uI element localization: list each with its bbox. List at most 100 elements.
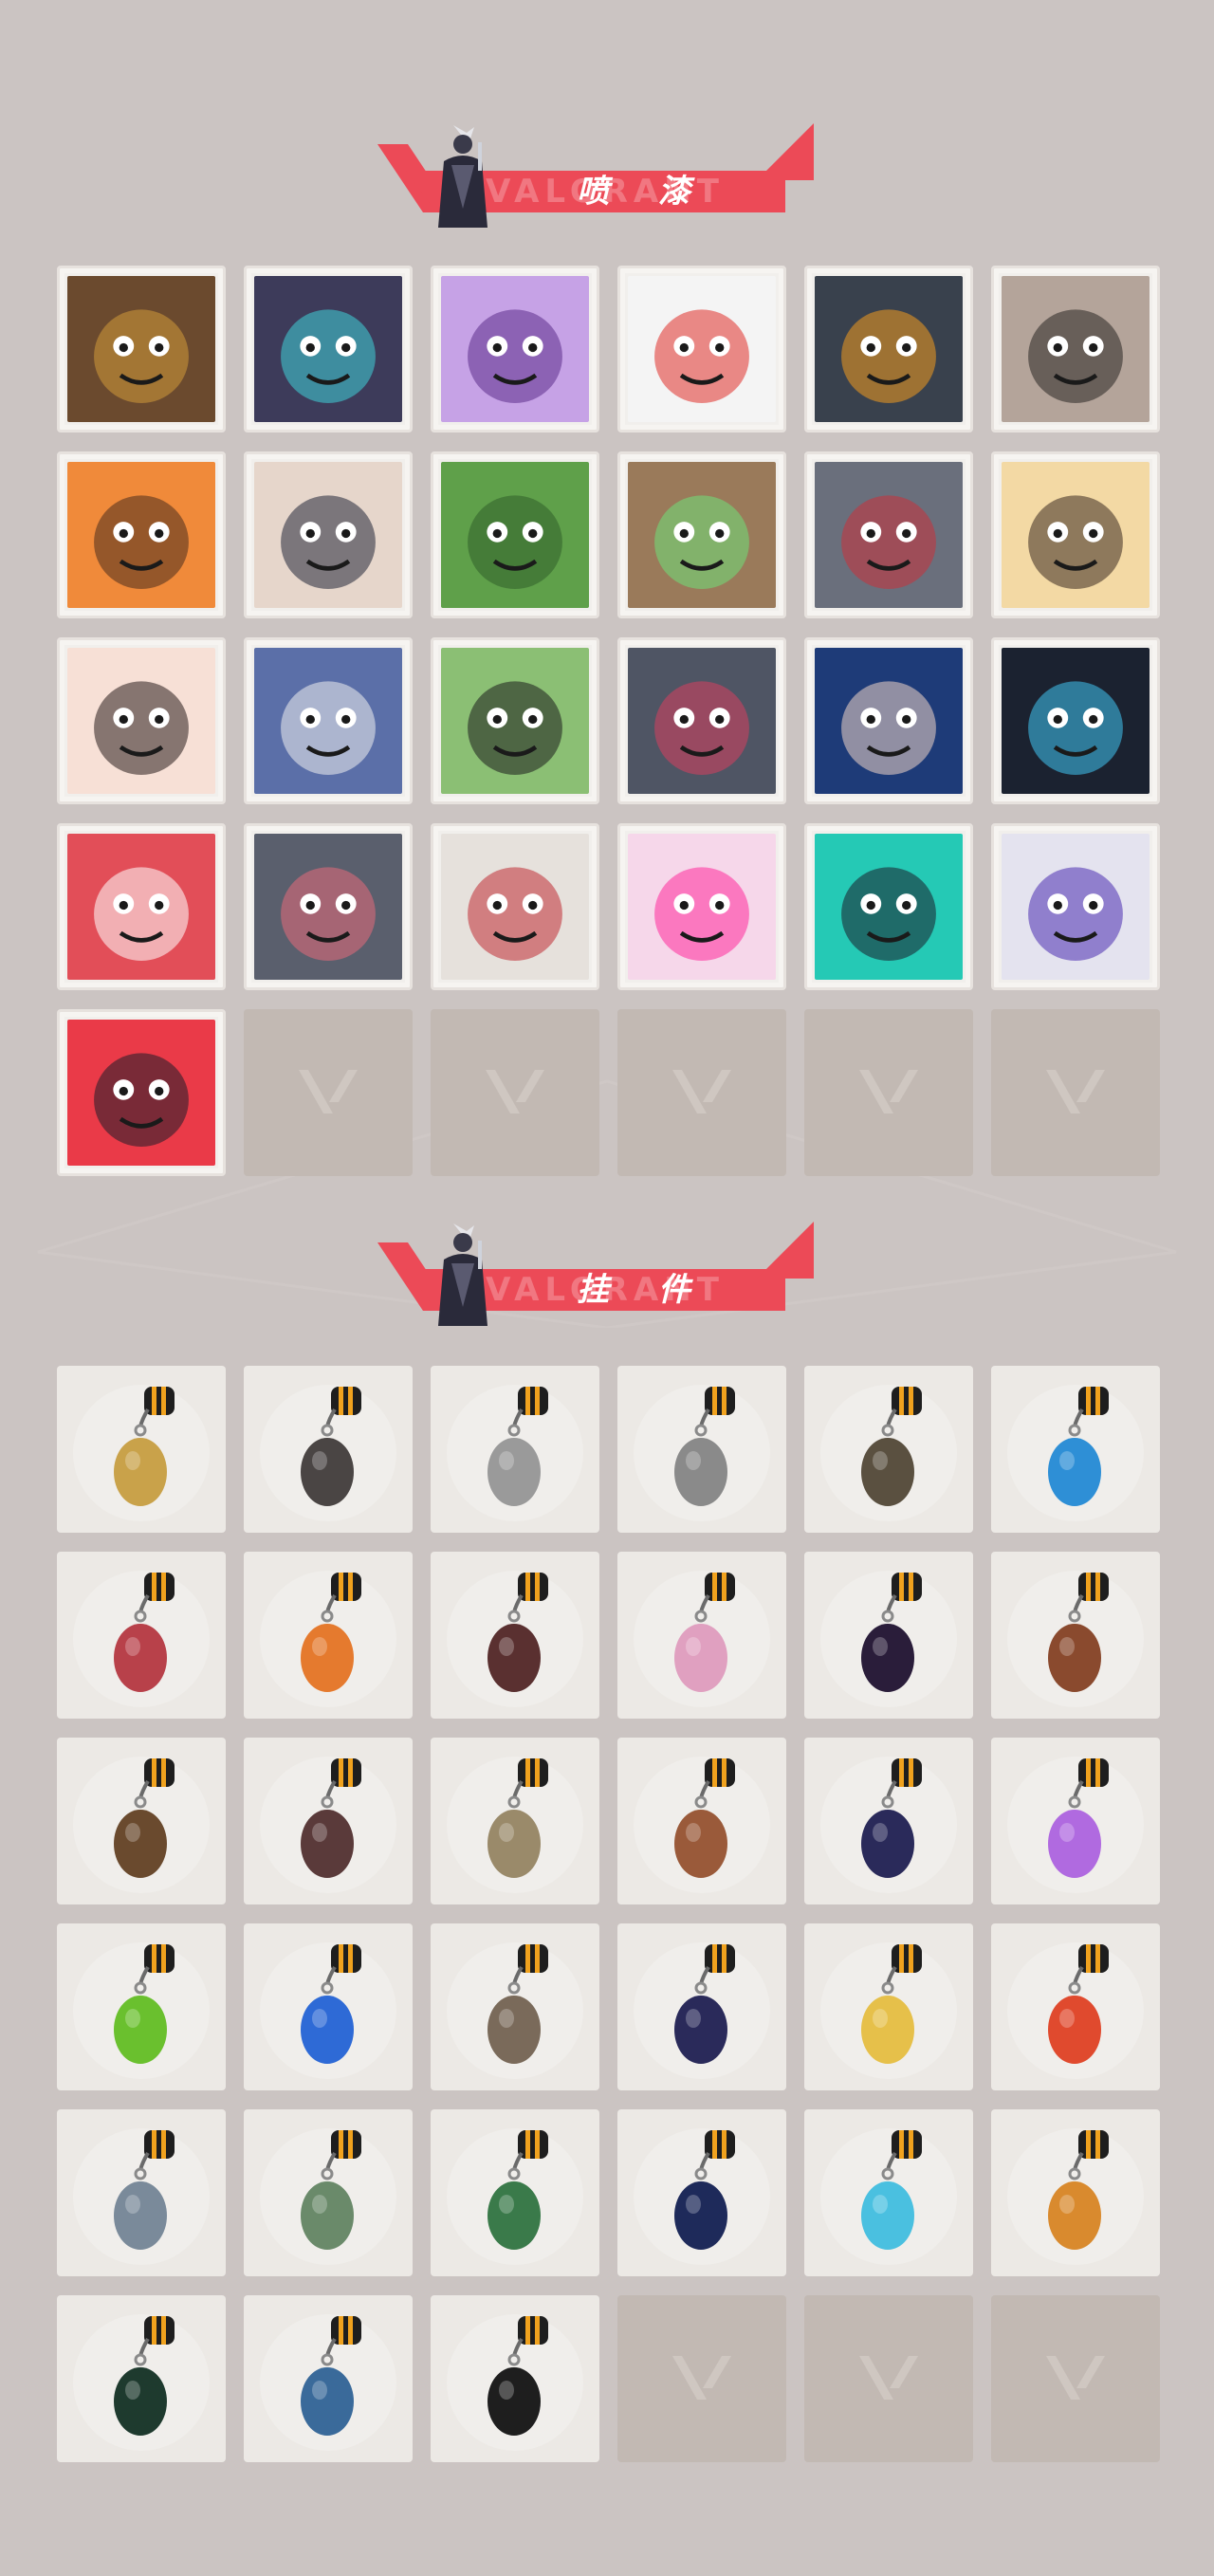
spray-girl-pencil-icon [67, 648, 215, 794]
spray-tile[interactable] [991, 823, 1160, 990]
spray-red-x-icon [441, 834, 589, 980]
spray-tile[interactable] [57, 451, 226, 618]
spray-tile[interactable] [991, 451, 1160, 618]
buddy-sun-cloud-icon [991, 2109, 1160, 2276]
buddy-tile[interactable] [431, 1552, 599, 1719]
buddy-bear-bell-icon [991, 1552, 1160, 1719]
empty-slot [617, 1009, 786, 1176]
spray-tile[interactable] [617, 266, 786, 432]
spray-tile[interactable] [431, 637, 599, 804]
buddy-banana-icon [804, 1923, 973, 2090]
buddy-tile[interactable] [991, 2109, 1160, 2276]
buddy-tile[interactable] [617, 1923, 786, 2090]
buddy-tile[interactable] [431, 1738, 599, 1904]
spray-screaming-blob-icon [254, 834, 402, 980]
buddy-green-can-icon [431, 2109, 599, 2276]
buddy-blue-flask-icon [991, 1366, 1160, 1533]
buddy-tile[interactable] [431, 2109, 599, 2276]
spray-tile[interactable] [431, 823, 599, 990]
buddy-tile[interactable] [991, 1552, 1160, 1719]
buddy-tile[interactable] [991, 1923, 1160, 2090]
spray-purple-graffiti-icon [1002, 834, 1150, 980]
buddies-banner: VALORANT 挂 件 [377, 1222, 814, 1326]
buddy-tile[interactable] [244, 2295, 413, 2462]
buddy-valorant-coin-icon [431, 2295, 599, 2462]
spray-dark-hair-boy-icon [254, 462, 402, 608]
spray-tile[interactable] [804, 451, 973, 618]
spray-tile[interactable] [431, 266, 599, 432]
buddy-tile[interactable] [617, 1366, 786, 1533]
empty-slot [804, 1009, 973, 1176]
buddy-mini-agent-icon [57, 2109, 226, 2276]
spray-clown-face-icon [628, 276, 776, 422]
spray-tile[interactable] [991, 266, 1160, 432]
buddy-potion-stand-icon [244, 2109, 413, 2276]
buddies-grid [57, 1366, 1160, 2462]
spray-tile[interactable] [57, 637, 226, 804]
buddy-tile[interactable] [804, 1923, 973, 2090]
spray-tile[interactable] [804, 266, 973, 432]
buddy-tile[interactable] [617, 1552, 786, 1719]
buddy-tile[interactable] [991, 1738, 1160, 1904]
spray-tile[interactable] [57, 266, 226, 432]
buddy-tile[interactable] [804, 1366, 973, 1533]
spray-hooded-agent-icon [815, 648, 963, 794]
spray-grey-cat-icon [628, 648, 776, 794]
buddy-red-skewer-icon [991, 1923, 1160, 2090]
buddy-tile[interactable] [244, 1552, 413, 1719]
buddy-tile[interactable] [244, 1738, 413, 1904]
spray-tile[interactable] [617, 823, 786, 990]
spray-tile[interactable] [991, 637, 1160, 804]
spray-blue-flames-icon [1002, 648, 1150, 794]
buddy-tile[interactable] [431, 1923, 599, 2090]
buddy-tile[interactable] [804, 1552, 973, 1719]
agent-portrait-icon [438, 1224, 487, 1326]
buddy-tile[interactable] [431, 2295, 599, 2462]
buddy-tile[interactable] [57, 1923, 226, 2090]
buddy-tile[interactable] [57, 1552, 226, 1719]
sprays-title: 喷 漆 [577, 173, 709, 211]
buddy-tile[interactable] [431, 1366, 599, 1533]
spray-tile[interactable] [244, 823, 413, 990]
spray-ii-zero-icon [67, 834, 215, 980]
sprays-section: VALORANT 喷 漆 [0, 0, 1214, 1195]
buddy-tile[interactable] [804, 2109, 973, 2276]
buddy-guitar-chili-icon [244, 1552, 413, 1719]
buddy-tile[interactable] [617, 1738, 786, 1904]
buddy-lava-lamp-icon [991, 1738, 1160, 1904]
spray-tile[interactable] [804, 823, 973, 990]
buddy-tile[interactable] [57, 1366, 226, 1533]
valorant-logo-icon [1046, 1070, 1105, 1113]
empty-slot [431, 1009, 599, 1176]
spray-tile[interactable] [431, 451, 599, 618]
buddy-tile[interactable] [57, 1738, 226, 1904]
buddy-tile[interactable] [244, 1923, 413, 2090]
spray-tile[interactable] [617, 451, 786, 618]
spray-green-eyes-icon [628, 462, 776, 608]
buddy-ufo-icon [244, 2295, 413, 2462]
buddy-tile[interactable] [244, 1366, 413, 1533]
spray-tile[interactable] [617, 637, 786, 804]
spray-purple-face-icon [441, 276, 589, 422]
buddy-tile[interactable] [244, 2109, 413, 2276]
spray-crying-blob-icon [815, 462, 963, 608]
buddy-tile[interactable] [617, 2109, 786, 2276]
buddy-treasure-chest-icon [617, 1738, 786, 1904]
spray-tile[interactable] [244, 266, 413, 432]
buddy-bathtub-icon [431, 1366, 599, 1533]
buddy-tile[interactable] [57, 2109, 226, 2276]
spray-tile[interactable] [57, 823, 226, 990]
spray-tile[interactable] [244, 637, 413, 804]
buddy-tile[interactable] [57, 2295, 226, 2462]
spray-tile[interactable] [244, 451, 413, 618]
spray-tile[interactable] [57, 1009, 226, 1176]
spray-orange-button-icon [815, 276, 963, 422]
buddy-blue-blade-icon [804, 2109, 973, 2276]
buddy-ep8-badge-icon [57, 2295, 226, 2462]
buddy-tile[interactable] [804, 1738, 973, 1904]
buddy-brown-gun-icon [57, 1738, 226, 1904]
spray-valorant-logo-teal-icon [815, 834, 963, 980]
buddy-tile[interactable] [991, 1366, 1160, 1533]
spray-tile[interactable] [804, 637, 973, 804]
buddy-rope-knot-icon [431, 1552, 599, 1719]
